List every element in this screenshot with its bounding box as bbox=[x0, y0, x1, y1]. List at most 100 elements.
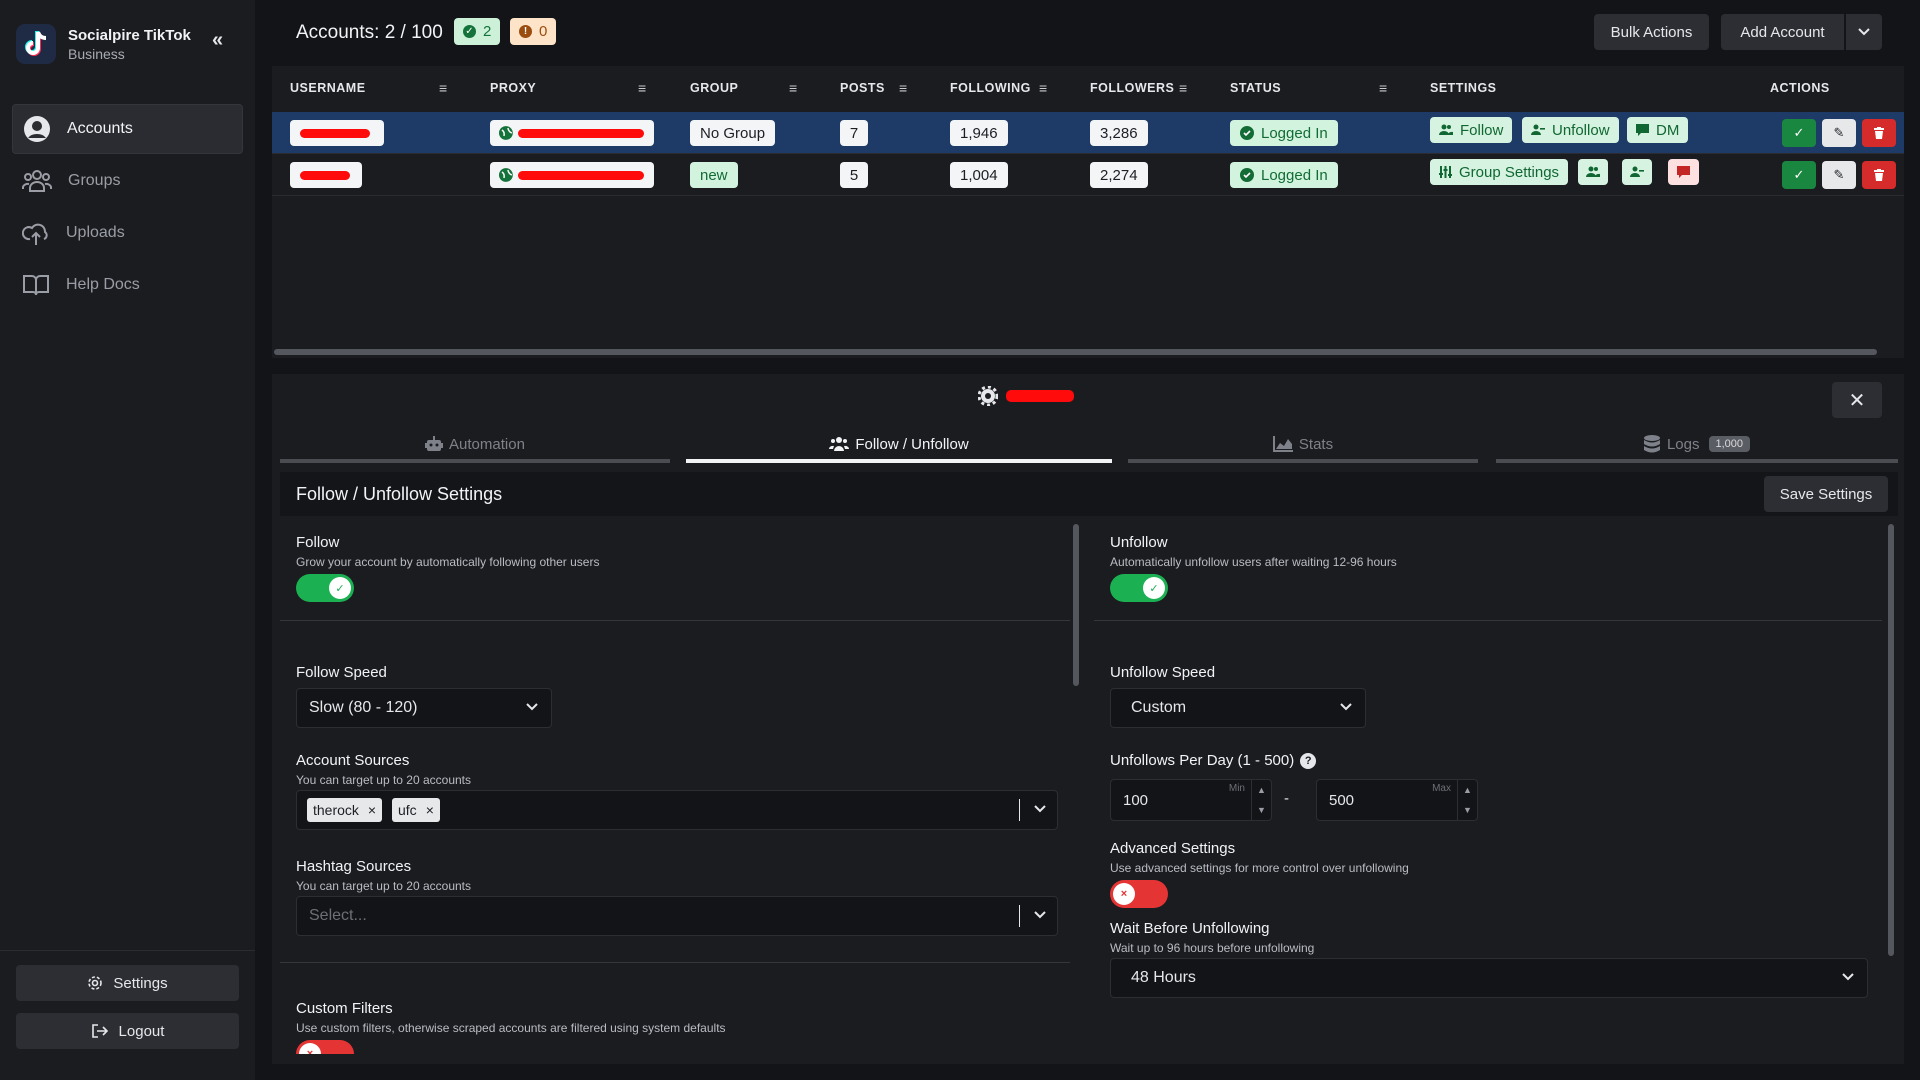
unfollow-toggle[interactable]: ✓ bbox=[1110, 574, 1168, 602]
add-account-dropdown-button[interactable] bbox=[1846, 14, 1882, 50]
sidebar-item-accounts[interactable]: Accounts bbox=[12, 104, 243, 154]
help-icon[interactable]: ? bbox=[1300, 753, 1317, 770]
enable-account-button[interactable]: ✓ bbox=[1782, 161, 1816, 189]
username-cell[interactable] bbox=[290, 162, 362, 188]
column-menu-icon[interactable]: ≡ bbox=[899, 80, 908, 96]
tab-label: Follow / Unfollow bbox=[855, 435, 969, 453]
horizontal-scrollbar[interactable] bbox=[274, 349, 1877, 355]
proxy-cell[interactable] bbox=[490, 120, 654, 146]
logout-button[interactable]: Logout bbox=[16, 1013, 239, 1049]
wait-select[interactable]: 48 Hours bbox=[1110, 958, 1868, 998]
redacted-username bbox=[300, 128, 370, 138]
sidebar-item-uploads[interactable]: Uploads bbox=[12, 208, 243, 258]
gear-icon bbox=[88, 976, 103, 990]
save-settings-button[interactable]: Save Settings bbox=[1764, 476, 1888, 512]
unfollow-setting-chip[interactable] bbox=[1622, 159, 1652, 185]
settings-button[interactable]: Settings bbox=[16, 965, 239, 1001]
col-status[interactable]: STATUS bbox=[1230, 81, 1281, 95]
col-followers[interactable]: FOLLOWERS bbox=[1090, 81, 1174, 95]
stepper-icon[interactable]: ▲ ▼ bbox=[1457, 780, 1477, 820]
table-row[interactable]: No Group 7 1,946 3,286 Logged In Follow … bbox=[272, 112, 1904, 154]
collapse-sidebar-icon[interactable]: « bbox=[212, 30, 232, 50]
column-menu-icon[interactable]: ≡ bbox=[439, 80, 448, 96]
tab-label: Automation bbox=[449, 435, 525, 453]
remove-tag-icon[interactable]: × bbox=[426, 802, 434, 818]
check-circle-icon: ✓ bbox=[463, 25, 476, 38]
page-title: Accounts: 2 / 100 bbox=[296, 22, 443, 43]
accounts-table: USERNAME ≡ PROXY ≡ GROUP ≡ POSTS ≡ FOLLO… bbox=[272, 66, 1904, 358]
tab-follow-unfollow[interactable]: Follow / Unfollow bbox=[686, 424, 1112, 464]
col-group[interactable]: GROUP bbox=[690, 81, 738, 95]
close-icon[interactable]: ✕ bbox=[1832, 382, 1882, 418]
users-icon bbox=[1586, 166, 1600, 177]
advanced-settings-toggle[interactable]: × bbox=[1110, 880, 1168, 908]
sidebar-nav: Accounts Groups Uploads Help Docs bbox=[12, 104, 243, 312]
remove-tag-icon[interactable]: × bbox=[368, 802, 376, 818]
min-unfollows-input[interactable]: 100 Min ▲ ▼ bbox=[1110, 779, 1272, 821]
sidebar-item-help-docs[interactable]: Help Docs bbox=[12, 260, 243, 310]
column-menu-icon[interactable]: ≡ bbox=[1039, 80, 1048, 96]
column-menu-icon[interactable]: ≡ bbox=[1379, 80, 1388, 96]
chevron-down-icon[interactable] bbox=[1033, 802, 1047, 816]
follow-speed-select[interactable]: Slow (80 - 120) bbox=[296, 688, 552, 728]
account-sources-input[interactable]: therock × ufc × bbox=[296, 790, 1058, 830]
unfollow-setting-chip[interactable]: Unfollow bbox=[1522, 117, 1619, 143]
check-icon: ✓ bbox=[1793, 167, 1805, 182]
tab-logs[interactable]: Logs 1,000 bbox=[1496, 424, 1898, 464]
left-column-scrollbar[interactable] bbox=[1073, 524, 1079, 686]
custom-filters-toggle[interactable]: × bbox=[296, 1040, 354, 1054]
column-menu-icon[interactable]: ≡ bbox=[638, 80, 647, 96]
dm-setting-chip[interactable] bbox=[1668, 159, 1699, 185]
hashtag-sources-input[interactable]: Select... bbox=[296, 896, 1058, 936]
proxy-cell[interactable] bbox=[490, 162, 654, 188]
stepper-icon[interactable]: ▲ ▼ bbox=[1251, 780, 1271, 820]
status-badge: Logged In bbox=[1230, 162, 1338, 188]
advanced-settings-desc: Use advanced settings for more control o… bbox=[1110, 861, 1409, 875]
delete-account-button[interactable] bbox=[1862, 119, 1896, 147]
follow-column: Follow Grow your account by automaticall… bbox=[280, 522, 1078, 1064]
divider bbox=[280, 962, 1070, 963]
group-settings-chip[interactable]: Group Settings bbox=[1430, 159, 1569, 185]
gear-icon bbox=[978, 386, 998, 406]
column-menu-icon[interactable]: ≡ bbox=[1179, 80, 1188, 96]
tab-stats[interactable]: Stats bbox=[1128, 424, 1478, 464]
edit-account-button[interactable]: ✎ bbox=[1822, 161, 1856, 189]
column-menu-icon[interactable]: ≡ bbox=[789, 80, 798, 96]
col-settings: SETTINGS bbox=[1430, 81, 1497, 95]
user-minus-icon bbox=[1630, 166, 1644, 177]
tab-automation[interactable]: Automation bbox=[280, 424, 670, 464]
max-unfollows-input[interactable]: 500 Max ▲ ▼ bbox=[1316, 779, 1478, 821]
book-open-icon bbox=[23, 275, 49, 296]
add-account-button[interactable]: Add Account bbox=[1721, 14, 1844, 50]
follow-toggle[interactable]: ✓ bbox=[296, 574, 354, 602]
col-posts[interactable]: POSTS bbox=[840, 81, 885, 95]
account-sources-label: Account Sources bbox=[296, 752, 410, 769]
detail-tabs: Automation Follow / Unfollow Stats Logs … bbox=[272, 424, 1904, 464]
follow-setting-chip[interactable] bbox=[1578, 159, 1608, 185]
unfollow-speed-select[interactable]: Custom bbox=[1110, 688, 1366, 728]
check-icon: ✓ bbox=[1143, 577, 1165, 599]
right-column-scrollbar[interactable] bbox=[1888, 524, 1894, 956]
enable-account-button[interactable]: ✓ bbox=[1782, 119, 1816, 147]
col-proxy[interactable]: PROXY bbox=[490, 81, 536, 95]
globe-icon bbox=[498, 168, 513, 182]
edit-account-button[interactable]: ✎ bbox=[1822, 119, 1856, 147]
chevron-down-icon[interactable] bbox=[1033, 908, 1047, 922]
table-row[interactable]: new 5 1,004 2,274 Logged In Group Settin… bbox=[272, 154, 1904, 196]
col-username[interactable]: USERNAME bbox=[290, 81, 366, 95]
redacted-proxy bbox=[517, 170, 644, 180]
sidebar-item-groups[interactable]: Groups bbox=[12, 156, 243, 206]
col-following[interactable]: FOLLOWING bbox=[950, 81, 1031, 95]
group-cell[interactable]: No Group bbox=[690, 120, 776, 146]
hashtag-placeholder: Select... bbox=[309, 907, 367, 924]
delete-account-button[interactable] bbox=[1862, 161, 1896, 189]
chart-area-icon bbox=[1272, 436, 1293, 452]
tag-label: therock bbox=[313, 802, 359, 818]
follow-setting-chip[interactable]: Follow bbox=[1430, 117, 1513, 143]
chip-label: DM bbox=[1656, 121, 1680, 139]
group-cell[interactable]: new bbox=[690, 162, 738, 188]
dm-setting-chip[interactable]: DM bbox=[1627, 117, 1689, 143]
account-sources-desc: You can target up to 20 accounts bbox=[296, 773, 472, 787]
username-cell[interactable] bbox=[290, 120, 384, 146]
bulk-actions-button[interactable]: Bulk Actions bbox=[1594, 14, 1709, 50]
